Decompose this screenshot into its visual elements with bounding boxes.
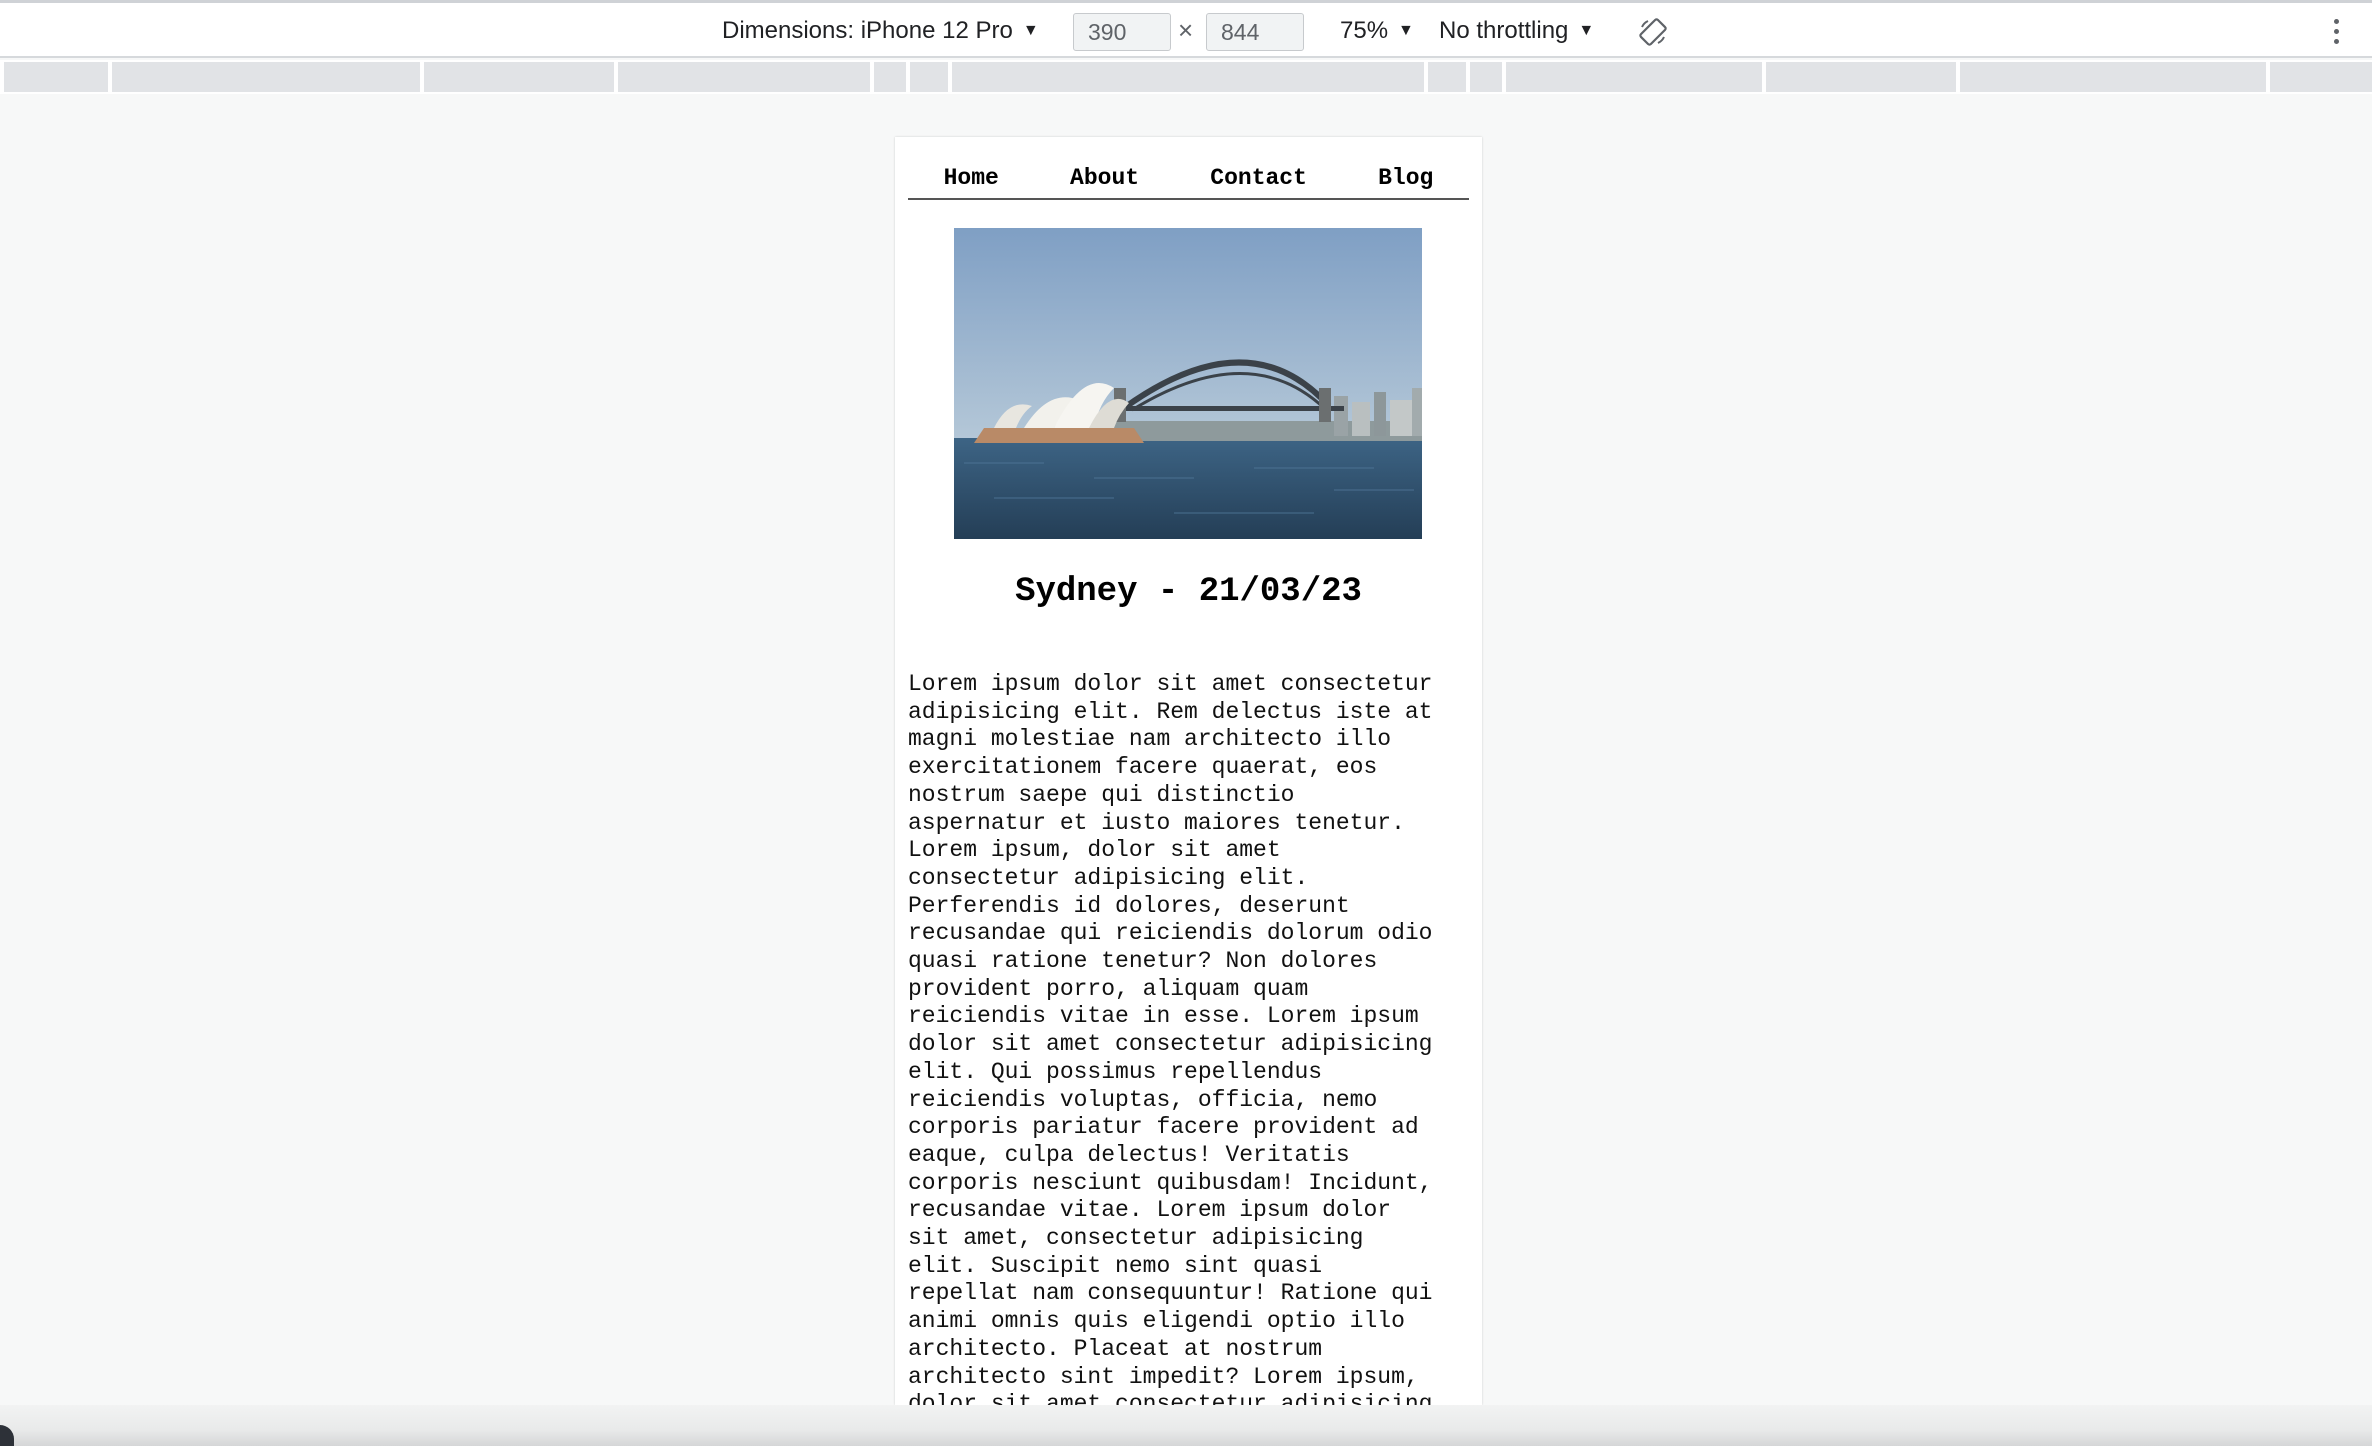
device-toolbar: Dimensions: iPhone 12 Pro ▼ 390 × 844 75…	[0, 0, 2372, 58]
chevron-down-icon: ▼	[1022, 21, 1039, 39]
throttling-label: No throttling	[1439, 16, 1569, 44]
ruler-segment[interactable]	[4, 62, 108, 92]
ruler-segment[interactable]	[952, 62, 1424, 92]
ruler-segment[interactable]	[1766, 62, 1956, 92]
ruler-segment[interactable]	[910, 62, 948, 92]
nav-link-blog[interactable]: Blog	[1378, 165, 1433, 191]
ruler-segment[interactable]	[874, 62, 906, 92]
ruler-segment[interactable]	[424, 62, 614, 92]
post-body: Lorem ipsum dolor sit amet consectetur a…	[908, 671, 1433, 1405]
nav-link-about[interactable]: About	[1070, 165, 1139, 191]
zoom-dropdown[interactable]: 75% ▼	[1340, 3, 1414, 58]
ruler-segment[interactable]	[1470, 62, 1502, 92]
ruler-segment[interactable]	[2270, 62, 2372, 92]
post-title: Sydney - 21/03/23	[1015, 573, 1362, 611]
throttling-dropdown[interactable]: No throttling ▼	[1439, 3, 1594, 58]
chevron-down-icon: ▼	[1398, 21, 1414, 39]
more-options-icon[interactable]	[2332, 19, 2340, 47]
chevron-down-icon: ▼	[1578, 21, 1595, 39]
viewport-width-input[interactable]: 390	[1073, 13, 1171, 51]
bottom-shade	[0, 1405, 2372, 1446]
viewport-height-input[interactable]: 844	[1206, 13, 1304, 51]
rotate-icon[interactable]	[1638, 17, 1668, 47]
device-dimensions-dropdown[interactable]: Dimensions: iPhone 12 Pro ▼	[722, 3, 1039, 58]
device-viewport: Home About Contact Blog Sydney - 21/03/2…	[895, 137, 1482, 1405]
site-nav: Home About Contact Blog	[908, 137, 1469, 200]
times-separator: ×	[1178, 15, 1194, 45]
ruler-segment[interactable]	[618, 62, 870, 92]
ruler-segment[interactable]	[112, 62, 420, 92]
zoom-label: 75%	[1340, 16, 1389, 44]
media-query-ruler	[0, 60, 2372, 94]
ruler-segment[interactable]	[1960, 62, 2266, 92]
ruler-segment[interactable]	[1506, 62, 1762, 92]
nav-link-home[interactable]: Home	[944, 165, 999, 191]
ruler-segment[interactable]	[1428, 62, 1466, 92]
hero-image	[954, 228, 1422, 539]
nav-link-contact[interactable]: Contact	[1210, 165, 1307, 191]
device-dimensions-label: Dimensions: iPhone 12 Pro	[722, 16, 1013, 44]
